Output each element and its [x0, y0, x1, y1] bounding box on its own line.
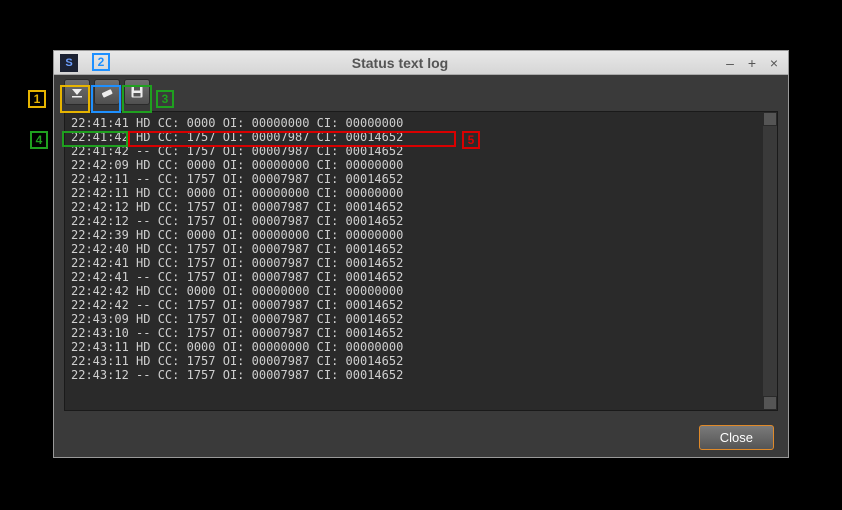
footer: Close [54, 417, 788, 457]
window-title: Status text log [84, 55, 716, 71]
log-text[interactable]: 22:41:41 HD CC: 0000 OI: 00000000 CI: 00… [65, 112, 763, 410]
window-close-button[interactable]: × [766, 55, 782, 71]
save-log-button[interactable] [124, 79, 150, 105]
scroll-down-icon [70, 85, 84, 99]
log-area: 22:41:41 HD CC: 0000 OI: 00000000 CI: 00… [64, 111, 778, 411]
status-log-window: S Status text log – + × 22:41:41 HD CC: … [53, 50, 789, 458]
eraser-icon [100, 85, 114, 99]
minimize-button[interactable]: – [722, 55, 738, 71]
scroll-track[interactable] [763, 126, 777, 396]
scroll-up-button[interactable] [763, 112, 777, 126]
app-icon: S [60, 54, 78, 72]
toolbar [54, 75, 788, 109]
clear-log-button[interactable] [94, 79, 120, 105]
scroll-down-button[interactable] [763, 396, 777, 410]
titlebar: S Status text log – + × [54, 51, 788, 75]
scroll-to-end-button[interactable] [64, 79, 90, 105]
scrollbar[interactable] [763, 112, 777, 410]
close-button[interactable]: Close [699, 425, 774, 450]
save-icon [130, 85, 144, 99]
maximize-button[interactable]: + [744, 55, 760, 71]
